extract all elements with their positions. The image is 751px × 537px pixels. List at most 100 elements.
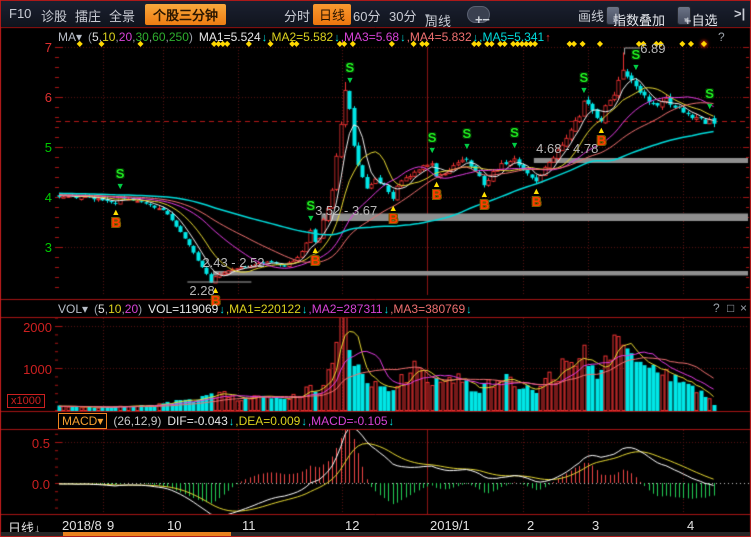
sell-marker: S (345, 62, 354, 74)
sell-marker: S (580, 72, 589, 84)
stock-3min-button[interactable]: 个股三分钟 (145, 4, 226, 25)
trend-arrow-icon: ↓ (229, 416, 235, 428)
indicator-value: MA4=5.832 (410, 30, 472, 44)
buy-marker: B (432, 189, 441, 201)
help-icon[interactable]: ? (718, 30, 725, 44)
menu-f10[interactable]: F10 (9, 6, 31, 21)
indicator-params: 20 (119, 30, 132, 44)
y-axis-label: 6 (28, 90, 52, 105)
price-band-label: 4.68 - 4.78 (536, 142, 598, 155)
event-diamond-icon[interactable]: ◆ (571, 40, 577, 48)
menu-diagnose[interactable]: 诊股 (41, 6, 67, 25)
indicator-params: 250 (169, 30, 189, 44)
buy-marker: B (111, 217, 120, 229)
stock-chart-window: F10 诊股 擂庄 全景 个股三分钟 分时 日线 60分 30分 周线 ▾ + … (0, 0, 751, 537)
trend-arrow-icon: ↓ (466, 304, 472, 316)
tab-rixian[interactable]: 日线 (313, 4, 351, 25)
y-axis-label: 0.0 (26, 477, 50, 492)
indicator-value: VOL=119069 (148, 302, 218, 316)
sell-marker: S (306, 200, 315, 212)
buy-marker: B (480, 199, 489, 211)
scrollbar-track[interactable] (1, 532, 750, 536)
y-axis-label: 7 (28, 40, 52, 55)
tab-30min[interactable]: 30分 (389, 6, 416, 25)
maximize-icon[interactable]: □ (727, 301, 734, 315)
indicator-value: DIF=-0.043 (167, 414, 227, 428)
indicator-value: MA3=380769 (393, 302, 465, 316)
sell-arrow-icon: ▼ (345, 76, 354, 84)
chevron-down-icon: ▾ (425, 11, 430, 22)
price-band-label: 3.52 - 3.67 (315, 204, 377, 217)
trend-arrow-icon: ↓ (400, 32, 406, 44)
trend-arrow-icon: ↓ (219, 304, 225, 316)
trend-arrow-icon: ↓ (473, 32, 479, 44)
macd-dropdown[interactable]: MACD▾ (58, 413, 107, 429)
y-axis-label: 1000 (16, 362, 52, 377)
zoom-pill: + − (467, 6, 490, 23)
trend-arrow-icon: ↑ (545, 32, 551, 44)
chevron-down-icon: ▾ (613, 12, 618, 29)
chevron-down-icon: ▾ (684, 12, 689, 29)
y-axis-label: 2000 (16, 320, 52, 335)
add-watchlist-button[interactable]: +自选 ▾ (677, 6, 691, 25)
ma-dropdown[interactable]: MA▾ (58, 30, 82, 44)
collapse-panel-icon[interactable]: >| (734, 6, 745, 21)
close-icon[interactable]: × (740, 301, 747, 315)
indicator-params: 10 (108, 302, 121, 316)
sell-marker: S (632, 49, 641, 61)
index-overlay-button[interactable]: 指数叠加 ▾ (606, 6, 620, 25)
help-icon[interactable]: ? (713, 301, 720, 315)
sell-marker: S (705, 88, 714, 100)
event-diamond-icon[interactable]: ◆ (597, 40, 603, 48)
x-axis-label: 11 (242, 518, 256, 533)
sell-arrow-icon: ▼ (462, 142, 471, 150)
x-axis-label: 2018/8 (62, 518, 102, 533)
price-annotation: 2.28 (189, 284, 214, 297)
buy-marker: B (311, 255, 320, 267)
y-axis-label: 3 (28, 240, 52, 255)
price-band-label: 2.43 - 2.52 (202, 256, 264, 269)
sell-arrow-icon: ▼ (116, 182, 125, 190)
tab-fenshi[interactable]: 分时 (284, 6, 310, 25)
event-diamond-icon[interactable]: ◆ (701, 40, 707, 48)
zoom-out-button[interactable]: − (482, 12, 490, 27)
event-diamond-icon[interactable]: ◆ (688, 40, 694, 48)
y-axis-label: 0.5 (26, 436, 50, 451)
indicator-value: MA1=220122 (229, 302, 301, 316)
tab-60min[interactable]: 60分 (353, 6, 380, 25)
chart-canvas[interactable] (0, 0, 751, 537)
sell-arrow-icon: ▼ (306, 214, 315, 222)
buy-marker: B (389, 213, 398, 225)
ma-indicator-header: MA▾(5,10,20,30,60,250)MA1=5.524↓,MA2=5.5… (58, 30, 552, 45)
x-axis-label: 9 (107, 518, 114, 533)
indicator-params: (26,12,9) (113, 414, 161, 428)
toolbar: F10 诊股 擂庄 全景 个股三分钟 分时 日线 60分 30分 周线 ▾ + … (1, 1, 750, 27)
x-axis-label: 3 (592, 518, 599, 533)
trend-arrow-icon: ↓ (384, 304, 390, 316)
vol-dropdown[interactable]: VOL▾ (58, 302, 88, 316)
x-axis-label: 2 (527, 518, 534, 533)
indicator-value: MACD=-0.105 (311, 414, 387, 428)
x-axis-label: 10 (167, 518, 181, 533)
scrollbar-thumb[interactable] (63, 532, 231, 536)
draw-line-button[interactable]: 画线 (578, 6, 604, 25)
indicator-params: ) (138, 302, 142, 316)
y-axis-label: 5 (28, 140, 52, 155)
macd-indicator-header: MACD▾(26,12,9)DIF=-0.043↓,DEA=0.009↓,MAC… (58, 413, 395, 428)
sell-marker: S (510, 127, 519, 139)
menu-leizhuang[interactable]: 擂庄 (75, 6, 101, 25)
volume-unit-label: x1000 (7, 394, 45, 408)
event-diamond-icon[interactable]: ◆ (679, 40, 685, 48)
indicator-params: 5 (92, 30, 99, 44)
indicator-value: DEA=0.009 (239, 414, 301, 428)
indicator-params: 30 (135, 30, 148, 44)
menu-panorama[interactable]: 全景 (109, 6, 135, 25)
sell-marker: S (116, 168, 125, 180)
trend-arrow-icon: ↓ (389, 416, 395, 428)
indicator-value: MA5=5.341 (482, 30, 544, 44)
sell-arrow-icon: ▼ (580, 86, 589, 94)
event-diamond-icon[interactable]: ◆ (580, 40, 586, 48)
indicator-params: 10 (102, 30, 115, 44)
sell-marker: S (462, 128, 471, 140)
trend-arrow-icon: ↓ (302, 304, 308, 316)
